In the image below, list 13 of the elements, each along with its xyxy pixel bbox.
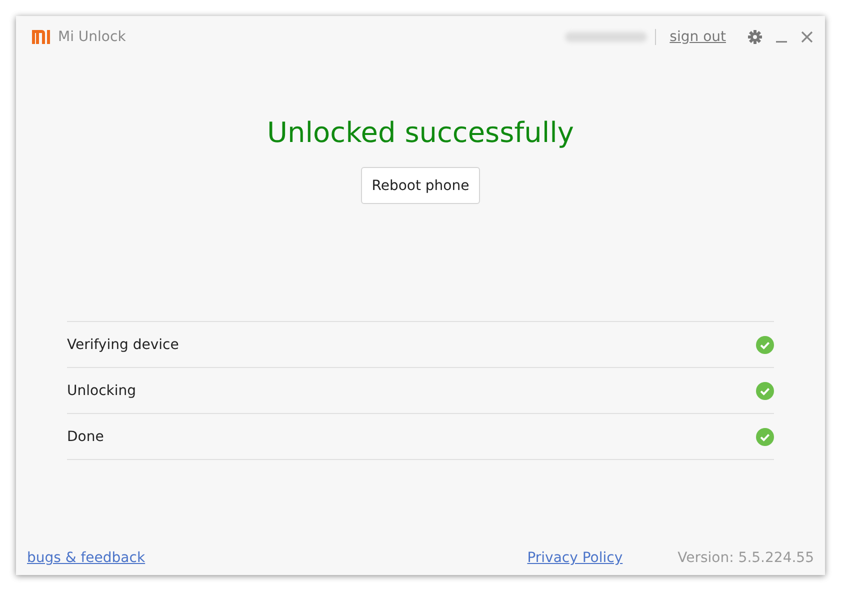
step-label: Done: [67, 428, 104, 444]
window-title: Mi Unlock: [58, 29, 126, 45]
close-icon[interactable]: [801, 31, 813, 43]
version-label: Version: 5.5.224.55: [678, 550, 814, 566]
status-title: Unlocked successfully: [267, 116, 574, 149]
reboot-button[interactable]: Reboot phone: [360, 167, 480, 204]
sign-out-link[interactable]: sign out: [670, 29, 726, 45]
step-label: Unlocking: [67, 382, 136, 398]
logo-icon: [32, 30, 50, 44]
settings-icon[interactable]: [748, 30, 762, 44]
feedback-link[interactable]: bugs & feedback: [27, 550, 146, 566]
privacy-policy-link[interactable]: Privacy Policy: [527, 550, 623, 566]
step-label: Verifying device: [67, 336, 179, 352]
